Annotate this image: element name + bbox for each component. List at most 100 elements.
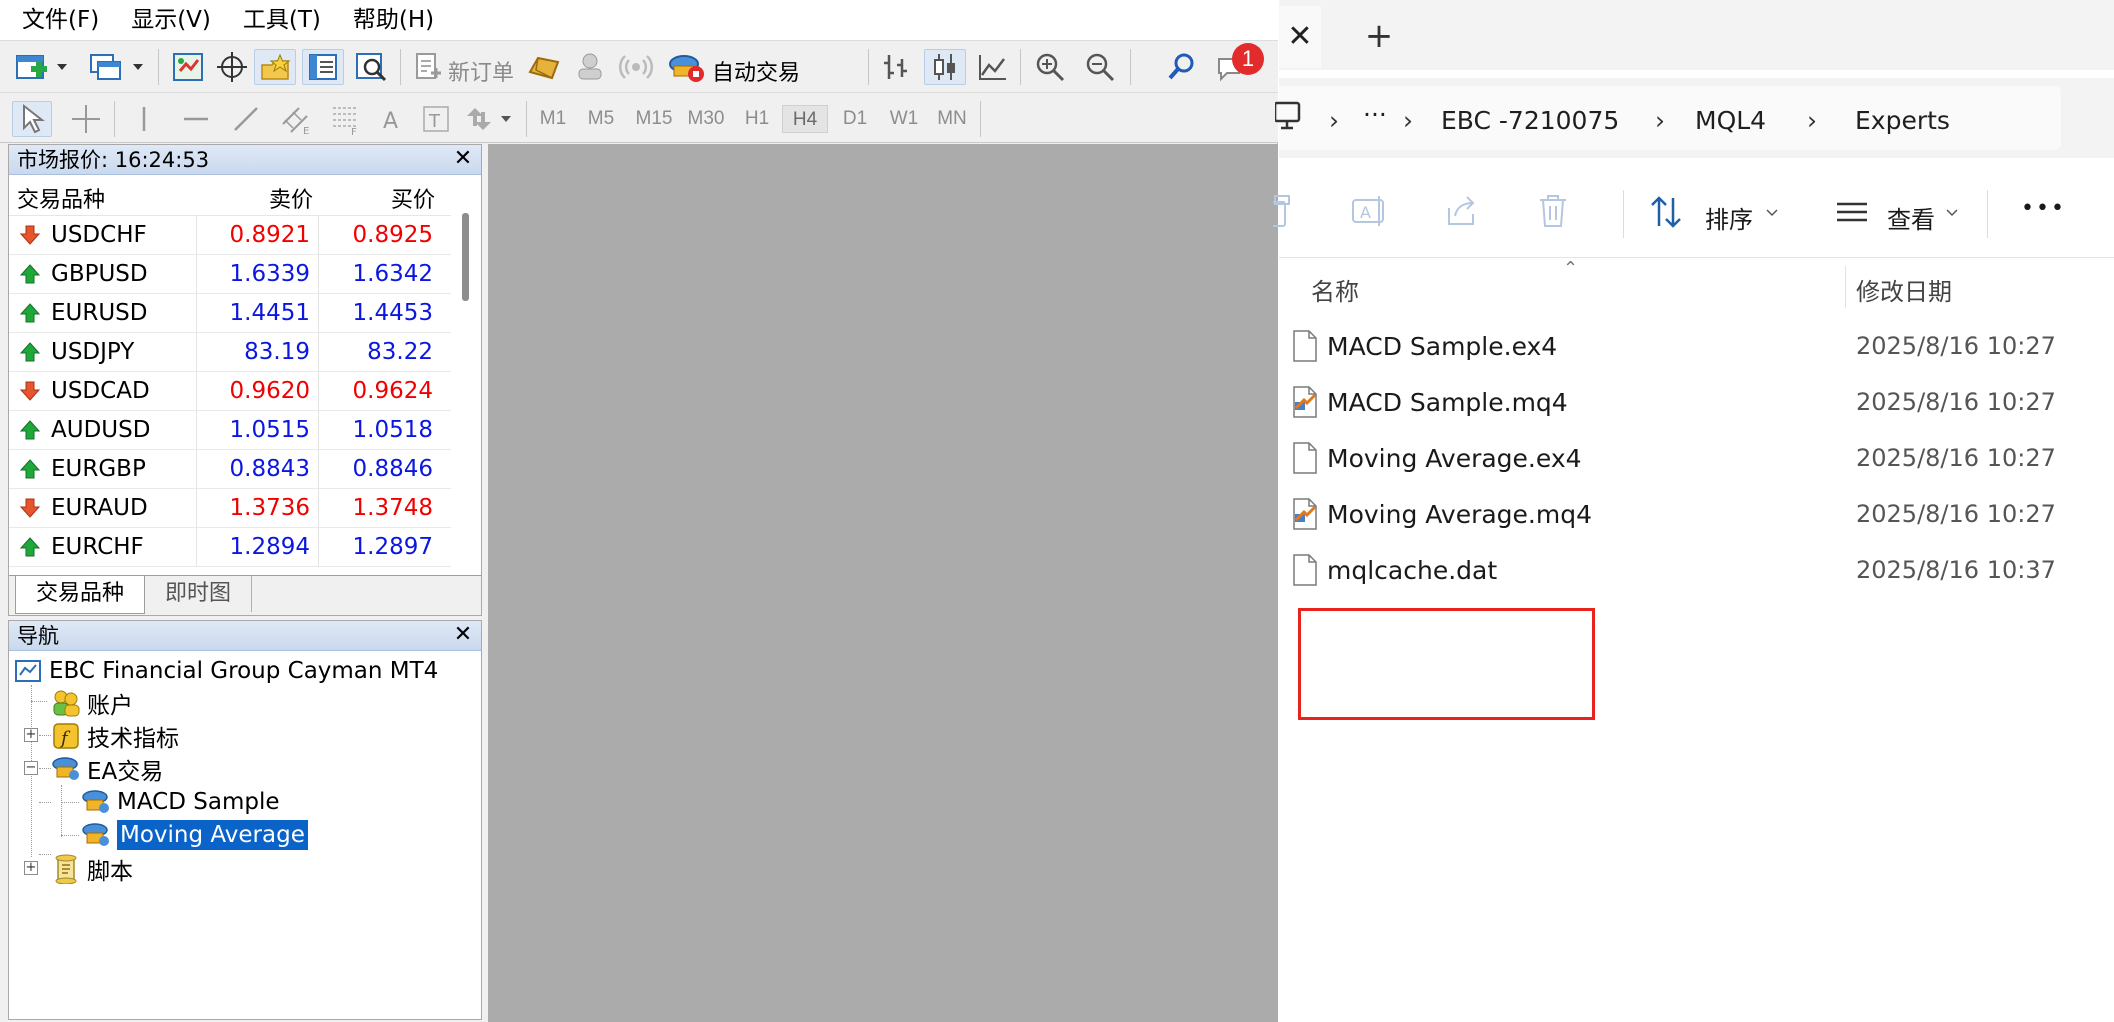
- file-row[interactable]: mqlcache.dat 2025/8/16 10:37: [1279, 542, 2114, 598]
- horizontal-line-icon[interactable]: [176, 101, 216, 137]
- file-row[interactable]: MACD Sample.mq4 2025/8/16 10:27: [1279, 374, 2114, 430]
- timeframe-m15[interactable]: M15: [628, 105, 680, 133]
- chart-area[interactable]: [488, 144, 1278, 1022]
- timeframe-h1[interactable]: H1: [736, 105, 778, 133]
- table-row[interactable]: EURCHF 1.2894 1.2897: [9, 527, 451, 567]
- tree-accounts[interactable]: 账户: [51, 687, 133, 719]
- market-watch-icon[interactable]: [168, 49, 208, 85]
- cursor-icon[interactable]: [12, 101, 52, 137]
- tree-experts[interactable]: EA交易: [51, 753, 163, 785]
- arrows-icon[interactable]: [462, 101, 498, 137]
- timeframe-m5[interactable]: M5: [580, 105, 622, 133]
- share-icon[interactable]: [1445, 194, 1481, 230]
- col-symbol[interactable]: 交易品种: [9, 182, 197, 214]
- menu-tools[interactable]: 工具(T): [227, 0, 337, 40]
- collapse-icon[interactable]: −: [24, 761, 38, 775]
- delete-icon[interactable]: [1537, 194, 1569, 230]
- chevron-down-icon[interactable]: [1945, 208, 1959, 218]
- sort-icon[interactable]: [1649, 194, 1683, 230]
- table-row[interactable]: GBPUSD 1.6339 1.6342: [9, 254, 451, 294]
- tree-scripts[interactable]: 脚本: [51, 853, 133, 885]
- new-chart-icon[interactable]: [12, 49, 52, 85]
- text-label-icon[interactable]: T: [418, 101, 454, 137]
- profiles-icon[interactable]: [86, 49, 126, 85]
- expand-icon[interactable]: +: [24, 728, 38, 742]
- new-order-button[interactable]: 新订单: [448, 55, 514, 87]
- auto-trading-icon[interactable]: [664, 49, 708, 85]
- tree-indicators[interactable]: f 技术指标: [51, 720, 179, 752]
- breadcrumb[interactable]: › ··· › EBC -7210075 › MQL4 › Experts: [1275, 86, 2061, 150]
- tab-symbols[interactable]: 交易品种: [15, 576, 146, 614]
- crosshair-tool-icon[interactable]: [66, 101, 106, 137]
- table-row[interactable]: EURAUD 1.3736 1.3748: [9, 488, 451, 528]
- fibonacci-icon[interactable]: F: [326, 101, 366, 137]
- chevron-down-icon[interactable]: [1765, 208, 1779, 218]
- timeframe-h4[interactable]: H4: [782, 105, 828, 133]
- table-row[interactable]: EURUSD 1.4451 1.4453: [9, 293, 451, 333]
- trendline-icon[interactable]: [226, 101, 266, 137]
- chevron-down-icon[interactable]: [128, 49, 148, 85]
- breadcrumb-item[interactable]: EBC -7210075: [1441, 106, 1619, 135]
- close-tab-button[interactable]: ✕: [1279, 6, 1321, 68]
- line-chart-icon[interactable]: [972, 49, 1012, 85]
- tab-tick-chart[interactable]: 即时图: [145, 576, 253, 612]
- tester-icon[interactable]: [350, 49, 392, 85]
- candlestick-icon[interactable]: [924, 49, 966, 85]
- timeframe-w1[interactable]: W1: [882, 105, 926, 133]
- table-row[interactable]: AUDUSD 1.0515 1.0518: [9, 410, 451, 450]
- crosshair-icon[interactable]: [212, 49, 252, 85]
- terminal-icon[interactable]: [302, 49, 344, 85]
- navigator-icon[interactable]: [254, 49, 296, 85]
- more-icon[interactable]: ···: [1363, 100, 1387, 129]
- file-row[interactable]: MACD Sample.ex4 2025/8/16 10:27: [1279, 318, 2114, 374]
- timeframe-m1[interactable]: M1: [532, 105, 574, 133]
- notification-badge[interactable]: 1: [1232, 43, 1264, 75]
- col-date-modified[interactable]: 修改日期: [1856, 272, 1952, 307]
- close-icon[interactable]: ✕: [451, 621, 475, 651]
- new-tab-button[interactable]: +: [1357, 14, 1401, 58]
- col-ask[interactable]: 买价: [319, 182, 441, 214]
- tree-root[interactable]: EBC Financial Group Cayman MT4: [13, 655, 438, 687]
- zoom-in-icon[interactable]: [1030, 49, 1070, 85]
- sort-button[interactable]: 排序: [1705, 200, 1753, 235]
- breadcrumb-item[interactable]: MQL4: [1695, 106, 1766, 135]
- col-name[interactable]: 名称: [1311, 272, 1359, 307]
- chevron-down-icon[interactable]: [496, 101, 516, 137]
- bar-chart-icon[interactable]: [876, 49, 916, 85]
- signals-icon[interactable]: [570, 49, 610, 85]
- more-options-button[interactable]: •••: [2021, 196, 2066, 221]
- timeframe-m30[interactable]: M30: [680, 105, 732, 133]
- timeframe-d1[interactable]: D1: [834, 105, 876, 133]
- table-row[interactable]: USDJPY 83.19 83.22: [9, 332, 451, 372]
- menu-help[interactable]: 帮助(H): [337, 0, 450, 40]
- col-bid[interactable]: 卖价: [197, 182, 319, 214]
- zoom-out-icon[interactable]: [1080, 49, 1120, 85]
- tree-expert-moving-average[interactable]: Moving Average: [81, 819, 308, 851]
- search-icon[interactable]: [1162, 49, 1202, 85]
- file-row[interactable]: Moving Average.ex4 2025/8/16 10:27: [1279, 430, 2114, 486]
- view-icon[interactable]: [1835, 194, 1869, 230]
- expand-icon[interactable]: +: [24, 861, 38, 875]
- broadcast-icon[interactable]: [616, 49, 656, 85]
- table-row[interactable]: USDCHF 0.8921 0.8925: [9, 215, 451, 255]
- scrollbar[interactable]: [462, 213, 469, 301]
- table-row[interactable]: USDCAD 0.9620 0.9624: [9, 371, 451, 411]
- vertical-line-icon[interactable]: [124, 101, 164, 137]
- text-icon[interactable]: A: [374, 101, 410, 137]
- timeframe-mn[interactable]: MN: [930, 105, 974, 133]
- gold-bar-icon[interactable]: [524, 49, 564, 85]
- auto-trading-button[interactable]: 自动交易: [712, 55, 800, 87]
- menu-file[interactable]: 文件(F): [6, 0, 115, 40]
- table-row[interactable]: EURGBP 0.8843 0.8846: [9, 449, 451, 489]
- close-icon[interactable]: ✕: [451, 145, 475, 175]
- tree-expert-macd[interactable]: MACD Sample: [81, 786, 280, 818]
- new-order-icon[interactable]: [410, 49, 446, 85]
- view-button[interactable]: 查看: [1887, 200, 1935, 235]
- breadcrumb-item[interactable]: Experts: [1855, 106, 1950, 135]
- equidistant-channel-icon[interactable]: E: [276, 101, 316, 137]
- copy-icon[interactable]: [1273, 194, 1297, 230]
- menu-view[interactable]: 显示(V): [115, 0, 227, 40]
- file-row[interactable]: Moving Average.mq4 2025/8/16 10:27: [1279, 486, 2114, 542]
- rename-icon[interactable]: A: [1351, 194, 1387, 230]
- chevron-down-icon[interactable]: [52, 49, 72, 85]
